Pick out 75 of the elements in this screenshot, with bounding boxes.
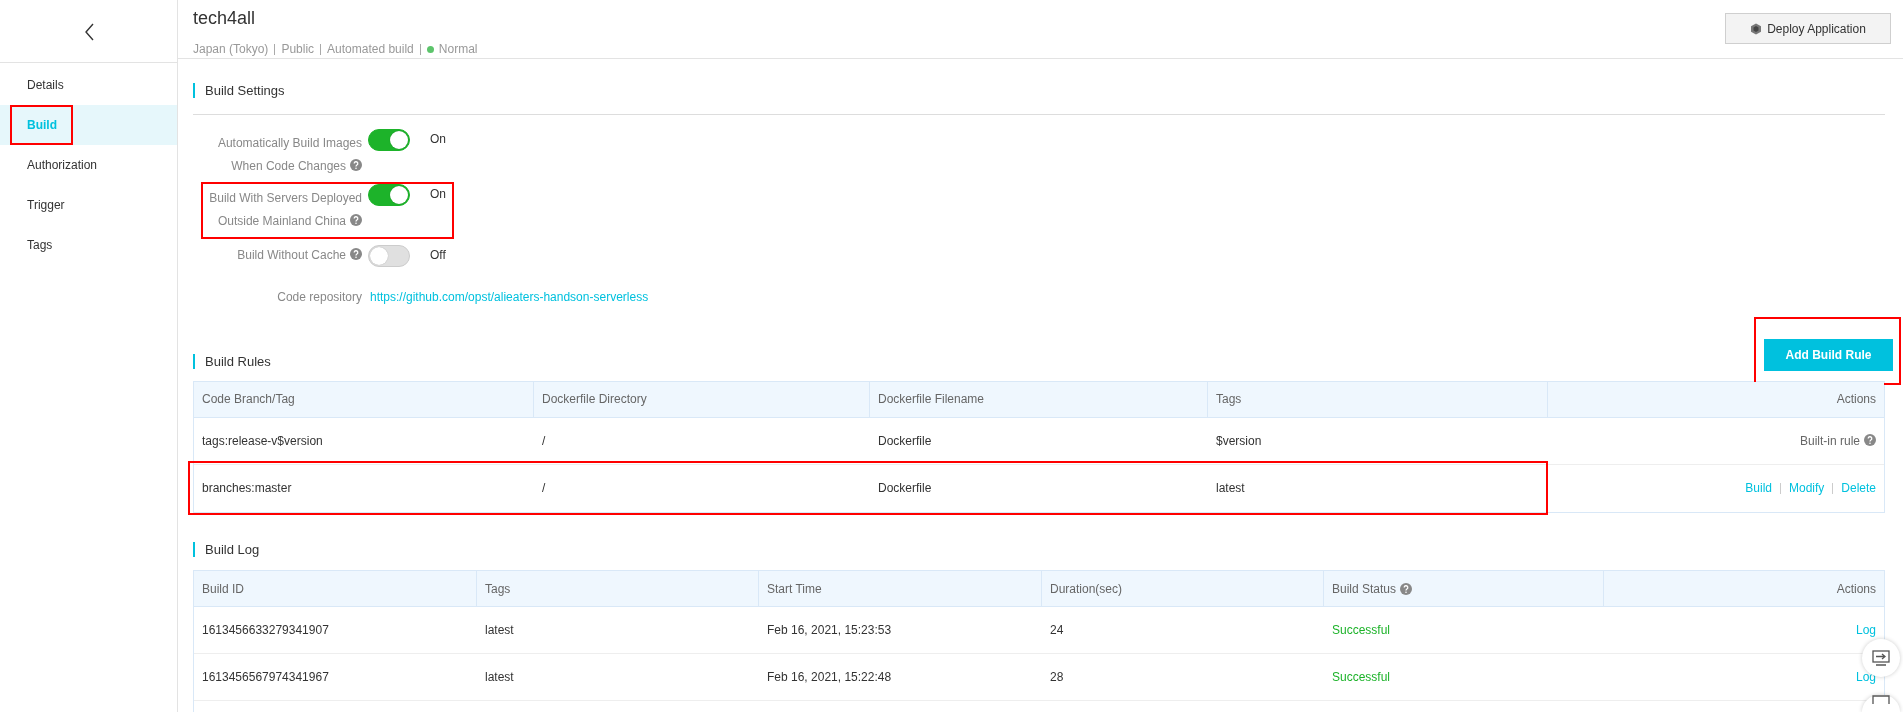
section-title: Build Rules — [205, 353, 271, 371]
column-header: Dockerfile Filename — [870, 381, 1208, 418]
sidebar-item[interactable]: Tags — [0, 225, 177, 265]
log-link[interactable]: Log — [1855, 621, 1876, 639]
back-icon — [82, 21, 95, 42]
rule-note: Built-in rule — [1799, 431, 1876, 450]
meta-text: Japan (Tokyo) — [193, 41, 269, 58]
sidebar-item[interactable]: Build — [0, 105, 177, 145]
meta-text: Public — [281, 41, 315, 58]
setting-label: Automatically Build Images — [216, 135, 362, 152]
table-cell-text: branches:master — [201, 480, 293, 497]
column-header: Dockerfile Directory — [534, 381, 870, 418]
section-title: Build Settings — [205, 82, 285, 100]
table-cell: Feb 16, 2021, 15:22:48 — [759, 654, 1042, 701]
column-header: Duration(sec) — [1042, 571, 1324, 607]
annotation-frame: Build — [10, 105, 73, 145]
column-header: Tags — [477, 571, 759, 607]
toggle-state: On — [429, 185, 447, 203]
table-cell: $version — [1208, 417, 1548, 465]
help-icon — [350, 248, 362, 260]
toggle-switch[interactable] — [368, 244, 410, 267]
table-cell: tags:release-v$version — [194, 417, 534, 465]
floating-button[interactable] — [1862, 695, 1900, 712]
table-cell: / — [534, 417, 870, 465]
column-header: Actions — [1604, 571, 1884, 607]
status-text: Successful — [1332, 622, 1391, 639]
table-cell: 28 — [1042, 654, 1324, 701]
setting-label: Outside Mainland China — [193, 210, 362, 233]
column-header: Build Status — [1324, 571, 1604, 607]
repository-link[interactable]: https://github.com/opst/alieaters-handson-serverless — [370, 290, 649, 304]
status-dot — [426, 45, 434, 53]
screen-icon — [1872, 695, 1890, 704]
status-text: Normal — [438, 41, 478, 58]
toggle-switch[interactable] — [368, 183, 410, 206]
add-rule-button[interactable]: Add Build Rule — [1764, 338, 1893, 371]
meta-text: Automated build — [327, 41, 414, 58]
section-title: Build Log — [205, 540, 260, 559]
action-link[interactable]: Build — [1745, 479, 1772, 497]
table-cell-text: / — [541, 480, 547, 497]
action-link[interactable]: Delete — [1841, 479, 1876, 497]
setting-label: Build With Servers Deployed — [208, 190, 362, 207]
hexagon-icon — [1750, 22, 1763, 35]
column-header: Code Branch/Tag — [194, 381, 534, 418]
toggle-switch[interactable] — [368, 128, 410, 151]
table-cell: latest — [477, 654, 759, 701]
action-link[interactable]: Modify — [1788, 479, 1825, 497]
log-link[interactable]: Log — [1855, 668, 1876, 686]
table-cell: 1613456567974341967 — [194, 654, 477, 701]
column-header: Start Time — [759, 571, 1042, 607]
table-cell: Dockerfile — [870, 417, 1208, 465]
page-title: tech4all — [193, 7, 257, 30]
table-cell: Feb 16, 2021, 15:23:53 — [759, 607, 1042, 654]
exit-icon — [1872, 650, 1890, 666]
table-cell-text: latest — [1215, 480, 1246, 497]
sidebar-item[interactable]: Authorization — [0, 145, 177, 185]
table-cell: latest — [477, 607, 759, 654]
deploy-button[interactable]: Deploy Application — [1725, 13, 1891, 44]
sidebar-item[interactable]: Trigger — [0, 185, 177, 225]
table-cell: 24 — [1042, 607, 1324, 654]
toggle-state: Off — [429, 247, 447, 264]
help-icon — [350, 214, 362, 226]
status-text: Successful — [1332, 669, 1391, 686]
help-icon — [350, 159, 362, 171]
toggle-state: On — [429, 130, 447, 148]
field-label: Code repository — [276, 288, 363, 306]
setting-label: Build Without Cache — [193, 244, 362, 267]
table-cell: 1613456633279341907 — [194, 607, 477, 654]
column-header: Build ID — [194, 571, 477, 607]
table-cell-text: Dockerfile — [877, 480, 933, 497]
setting-label: When Code Changes — [193, 155, 362, 178]
help-icon — [1864, 433, 1876, 446]
sidebar-item[interactable]: Details — [0, 65, 177, 105]
column-header: Tags — [1208, 381, 1548, 418]
column-header: Actions — [1548, 381, 1884, 418]
help-icon — [1400, 582, 1413, 595]
